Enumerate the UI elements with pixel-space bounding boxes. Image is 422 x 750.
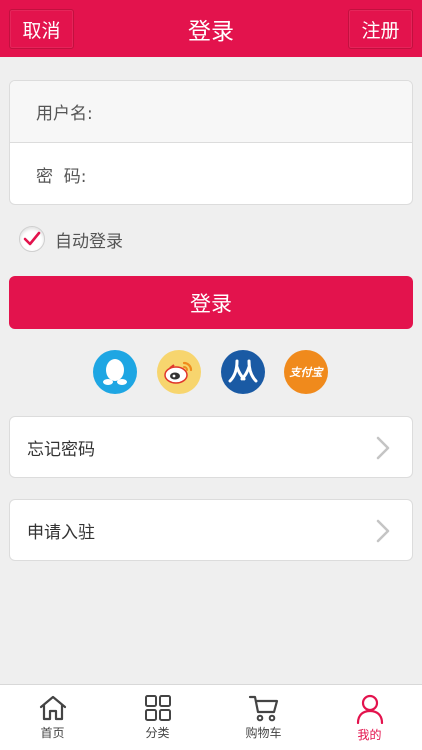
grid-icon [144, 695, 171, 721]
login-button[interactable]: 登录 [9, 276, 413, 329]
tab-home-label: 首页 [40, 726, 65, 740]
tab-cart[interactable]: 购物车 [211, 685, 316, 750]
tab-category[interactable]: 分类 [105, 685, 210, 750]
weibo-icon [164, 361, 193, 384]
apply-join-label: 申请入驻 [27, 522, 95, 543]
tab-mine[interactable]: 我的 [317, 685, 422, 750]
register-button[interactable]: 注册 [348, 9, 413, 49]
password-label: 密 码: [36, 166, 87, 187]
tab-home[interactable]: 首页 [0, 685, 105, 750]
renren-icon [228, 359, 258, 383]
tab-mine-label: 我的 [357, 728, 382, 742]
weibo-login-button[interactable] [157, 350, 201, 394]
password-input[interactable] [105, 154, 412, 194]
cart-icon [248, 695, 278, 722]
renren-login-button[interactable] [221, 350, 265, 394]
auto-login-option[interactable]: 自动登录 [19, 225, 123, 253]
auto-login-checkbox[interactable] [19, 226, 45, 252]
checkmark-icon [23, 231, 41, 246]
password-row: 密 码: [10, 143, 412, 204]
forgot-password-label: 忘记密码 [27, 439, 95, 460]
username-label: 用户名: [36, 104, 93, 124]
tab-cart-label: 购物车 [245, 726, 282, 740]
qq-icon [103, 359, 127, 385]
chevron-right-icon [376, 436, 390, 460]
qq-login-button[interactable] [93, 350, 137, 394]
username-input[interactable] [105, 91, 412, 132]
alipay-login-button[interactable]: 支付宝 [284, 350, 328, 394]
auto-login-label: 自动登录 [55, 231, 123, 252]
alipay-icon: 支付宝 [289, 366, 323, 379]
tab-category-label: 分类 [145, 726, 170, 740]
username-row: 用户名: [10, 81, 412, 143]
chevron-right-icon [376, 519, 390, 543]
apply-join-item[interactable]: 申请入驻 [9, 499, 413, 561]
home-icon [39, 695, 66, 721]
top-bar: 登录 取消 注册 [0, 0, 422, 57]
login-form: 用户名: 密 码: [9, 80, 413, 205]
forgot-password-item[interactable]: 忘记密码 [9, 416, 413, 478]
bottom-tab-bar: 首页 分类 购物车 我的 [0, 684, 422, 750]
user-icon [356, 694, 383, 724]
cancel-button[interactable]: 取消 [9, 9, 74, 49]
